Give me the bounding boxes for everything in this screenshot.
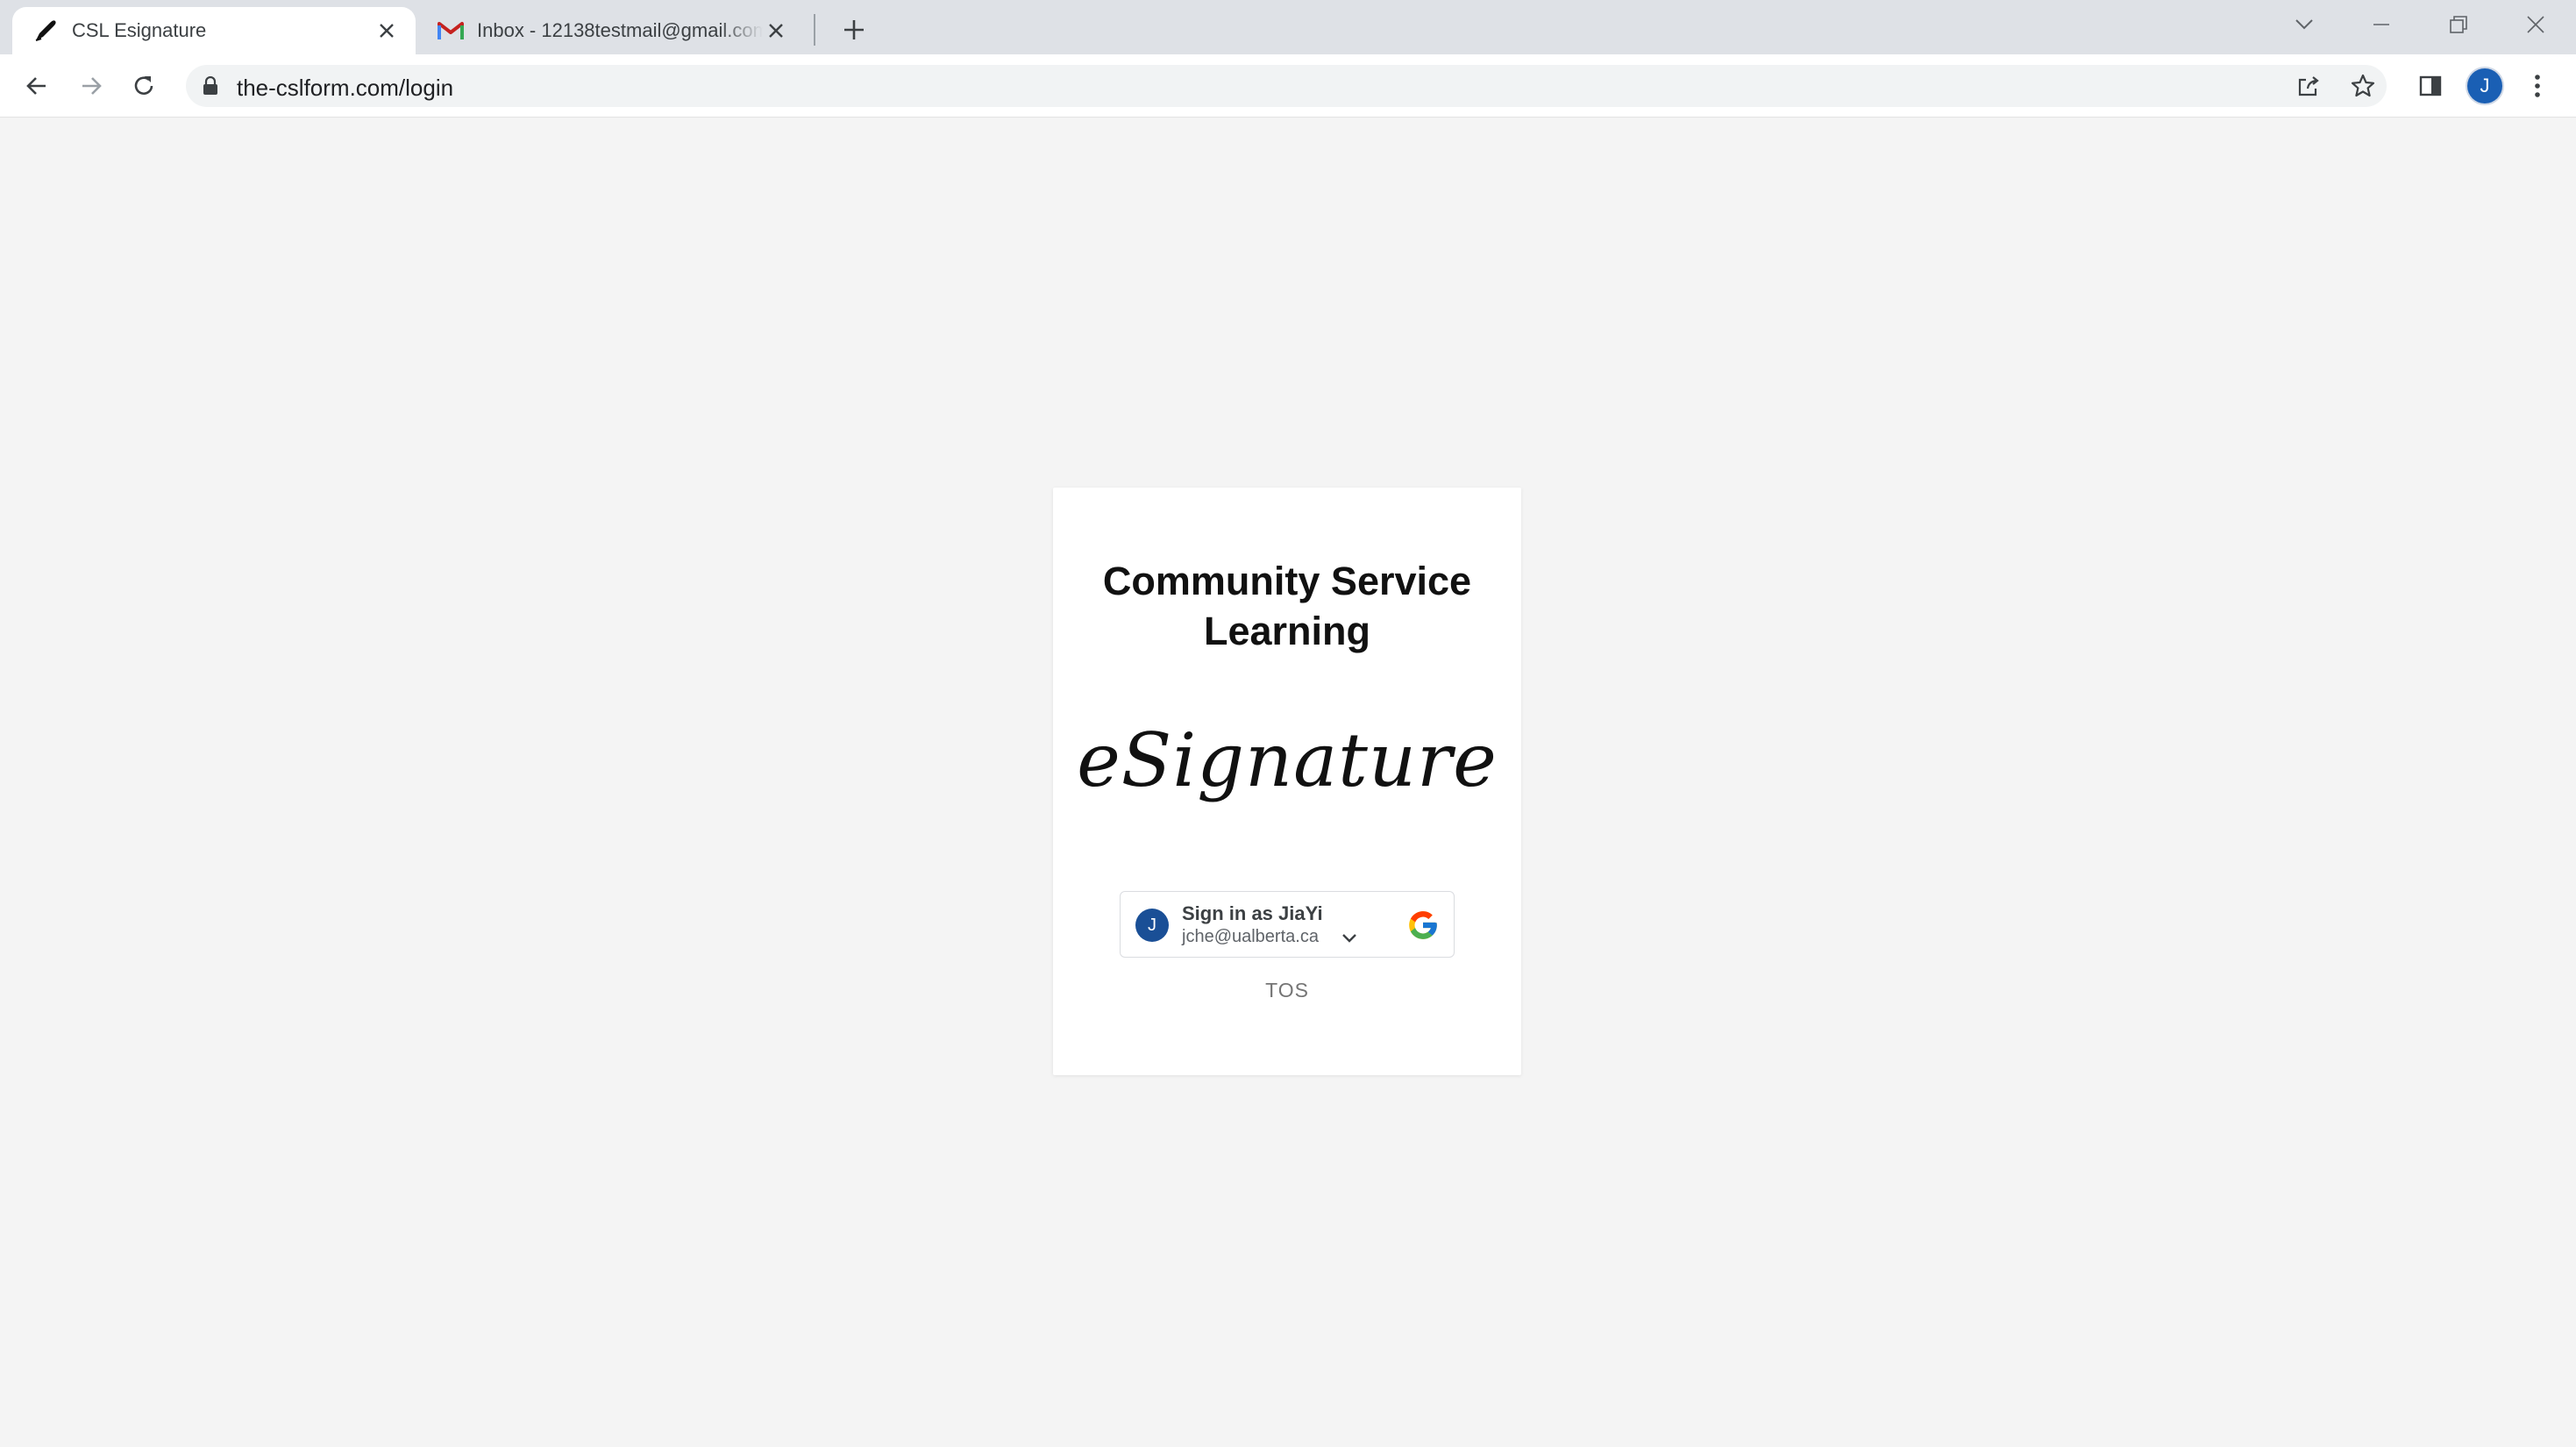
tab-title: CSL Esignature <box>72 19 207 41</box>
reload-icon <box>134 76 153 95</box>
sign-in-label: Sign in as JiaYi <box>1182 902 1323 924</box>
google-sign-in-button[interactable]: J Sign in as JiaYi jche@ualberta.ca <box>1120 891 1455 958</box>
account-avatar: J <box>1135 909 1169 942</box>
lock-icon[interactable] <box>200 75 221 96</box>
page-title: Community Service Learning <box>1053 556 1521 656</box>
title-line-1: Community Service <box>1102 559 1472 603</box>
login-card: Community Service Learning eSignature J … <box>1053 488 1521 1075</box>
gmail-icon <box>437 17 465 45</box>
pen-nib-icon <box>32 17 60 45</box>
account-email: jche@ualberta.ca <box>1182 927 1319 946</box>
address-bar[interactable]: the-cslform.com/login <box>186 65 2387 107</box>
browser-menu-button[interactable] <box>2518 67 2557 105</box>
forward-button[interactable] <box>72 67 110 105</box>
plus-icon <box>844 20 864 39</box>
tos-link[interactable]: TOS <box>1053 979 1521 1002</box>
arrow-left-icon <box>26 77 46 95</box>
new-tab-button[interactable] <box>836 12 872 47</box>
chevron-down-icon <box>2295 19 2313 30</box>
restore-button[interactable] <box>2434 5 2483 44</box>
close-tab-icon[interactable] <box>374 18 400 44</box>
close-icon <box>2527 16 2544 33</box>
tab-strip: CSL Esignature Inbox - 12138testmail@gma… <box>0 0 2576 54</box>
side-panel-button[interactable] <box>2411 67 2450 105</box>
account-chevron-down-icon[interactable] <box>1340 929 1359 948</box>
tab-search-button[interactable] <box>2280 5 2329 44</box>
tab-separator <box>814 14 815 46</box>
side-panel-icon <box>2419 75 2442 96</box>
title-line-2: Learning <box>1203 609 1371 653</box>
google-g-icon <box>1409 911 1437 939</box>
minimize-icon <box>2373 24 2389 25</box>
restore-icon <box>2450 16 2467 33</box>
url-text: the-cslform.com/login <box>237 75 454 101</box>
close-window-button[interactable] <box>2511 5 2560 44</box>
reload-button[interactable] <box>125 67 163 105</box>
tab-csl-esignature[interactable]: CSL Esignature <box>12 7 416 54</box>
share-icon[interactable] <box>2294 71 2323 101</box>
close-tab-icon[interactable] <box>763 18 789 44</box>
star-bookmark-icon[interactable] <box>2348 71 2378 101</box>
browser-toolbar: the-cslform.com/login J <box>0 54 2576 118</box>
esignature-logo-text: eSignature <box>1077 717 1498 803</box>
arrow-right-icon <box>82 77 102 95</box>
tab-gmail-inbox[interactable]: Inbox - 12138testmail@gmail.com <box>419 7 805 54</box>
tab-title: Inbox - 12138testmail@gmail.com <box>477 19 763 41</box>
kebab-menu-icon <box>2535 75 2540 97</box>
minimize-button[interactable] <box>2357 5 2406 44</box>
avatar: J <box>2467 68 2502 103</box>
profile-button[interactable]: J <box>2466 67 2504 105</box>
back-button[interactable] <box>18 67 56 105</box>
